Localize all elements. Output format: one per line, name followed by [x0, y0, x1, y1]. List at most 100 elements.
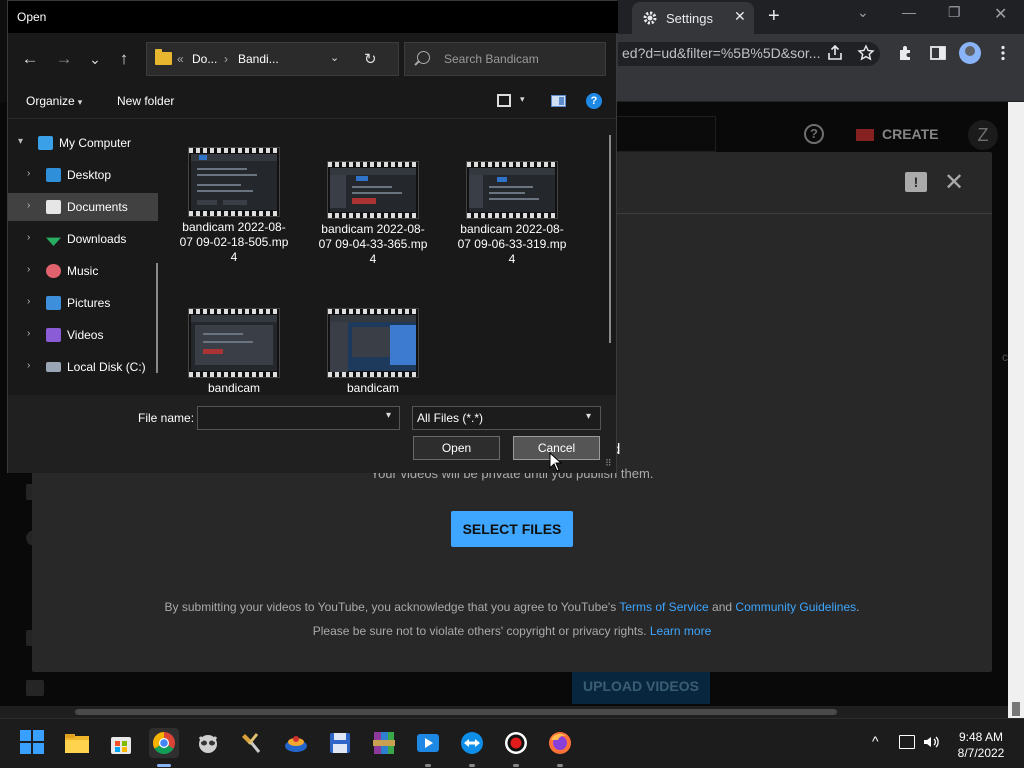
chevron-right-icon[interactable]: › — [27, 328, 30, 339]
chevron-right-icon[interactable]: › — [27, 168, 30, 179]
refresh-icon[interactable]: ↻ — [364, 50, 377, 68]
resize-grip[interactable]: ⠿ — [605, 458, 612, 469]
up-button[interactable]: ↑ — [112, 47, 136, 71]
tree-item-downloads[interactable]: › Downloads — [8, 225, 158, 253]
firefox-icon[interactable] — [545, 728, 575, 767]
new-tab-button[interactable]: + — [768, 5, 780, 28]
learn-more-link[interactable]: Learn more — [650, 624, 711, 638]
bandicam-raccoon-icon[interactable] — [193, 728, 223, 758]
tree-item-local-disk[interactable]: › Local Disk (C:) — [8, 353, 158, 381]
restore-button[interactable]: ❐ — [948, 4, 961, 21]
file-item[interactable]: bandicam 2022-08-07 09-06-33-319.mp4 — [457, 161, 567, 267]
tree-label: Desktop — [67, 168, 112, 182]
bookmark-star-icon[interactable] — [857, 44, 875, 62]
chevron-right-icon[interactable]: › — [27, 296, 30, 307]
view-options-chevron-icon[interactable]: ▾ — [520, 94, 525, 105]
address-breadcrumb[interactable]: « Do... › Bandi... ⌄ ↻ — [146, 42, 399, 76]
forward-button[interactable]: → — [52, 47, 76, 71]
back-button[interactable]: ← — [18, 47, 42, 71]
breadcrumb-overflow[interactable]: « — [177, 52, 184, 66]
tree-item-pictures[interactable]: › Pictures — [8, 289, 158, 317]
navigation-scrollbar[interactable] — [156, 263, 158, 373]
tree-item-desktop[interactable]: › Desktop — [8, 161, 158, 189]
tree-item-my-computer[interactable]: ▾ My Computer — [8, 129, 158, 157]
search-placeholder[interactable]: Search Bandicam — [444, 52, 539, 66]
feedback-icon[interactable]: ! — [905, 172, 927, 192]
file-explorer-icon[interactable] — [62, 728, 92, 758]
vertical-scrollbar[interactable] — [1008, 102, 1024, 718]
menu-dots-icon[interactable] — [994, 44, 1012, 62]
window-close-button[interactable]: ✕ — [994, 4, 1007, 24]
chevron-right-icon[interactable]: › — [27, 264, 30, 275]
profile-avatar[interactable] — [959, 42, 981, 64]
file-item[interactable]: bandicam 2022-08-07 09-02-18-505.mp4 — [179, 147, 289, 265]
community-guidelines-link[interactable]: Community Guidelines — [735, 600, 856, 614]
tree-item-music[interactable]: › Music — [8, 257, 158, 285]
bookmarks-bar — [617, 74, 1024, 102]
minimize-button[interactable]: — — [902, 4, 916, 20]
documents-icon — [46, 200, 61, 214]
microsoft-store-icon[interactable] — [106, 728, 136, 758]
media-player-icon[interactable] — [413, 728, 443, 767]
help-icon[interactable]: ? — [586, 93, 602, 109]
file-item[interactable]: bandicam 2022-08-07 09-04-33-365.mp4 — [318, 161, 428, 267]
dialog-close-icon[interactable]: ✕ — [944, 168, 964, 197]
floppy-save-icon[interactable] — [325, 728, 355, 758]
video-thumbnail — [466, 161, 558, 219]
tree-item-documents[interactable]: › Documents — [8, 193, 158, 221]
select-files-button[interactable]: SELECT FILES — [451, 511, 573, 547]
volume-icon[interactable] — [922, 733, 940, 751]
file-item[interactable]: bandicam — [179, 308, 289, 396]
organize-label: Organize — [26, 94, 75, 108]
teamviewer-icon[interactable] — [457, 728, 487, 767]
chevron-down-icon[interactable]: ▾ — [18, 136, 23, 147]
chevron-right-icon[interactable]: › — [27, 232, 30, 243]
chrome-icon[interactable] — [149, 728, 179, 767]
new-folder-button[interactable]: New folder — [117, 94, 174, 108]
chevron-down-icon: ▾ — [77, 97, 83, 107]
address-dropdown-icon[interactable]: ⌄ — [330, 51, 339, 64]
share-icon[interactable] — [826, 44, 844, 62]
chevron-right-icon[interactable]: › — [27, 360, 30, 371]
scrollbar-thumb[interactable] — [1012, 702, 1020, 716]
tab-search-icon[interactable]: ⌄ — [857, 4, 869, 21]
windows-start-icon[interactable] — [20, 730, 44, 754]
dialog-title-bar[interactable]: Open — [8, 1, 618, 33]
side-panel-icon[interactable] — [929, 44, 947, 62]
tray-overflow-chevron-icon[interactable]: ^ — [872, 733, 879, 749]
file-type-value: All Files (*.*) — [417, 411, 484, 425]
system-clock[interactable]: 9:48 AM 8/7/2022 — [946, 729, 1016, 761]
file-name: bandicam — [207, 381, 261, 395]
breadcrumb-bandicam[interactable]: Bandi... — [238, 52, 279, 66]
legal-text: and — [708, 600, 736, 614]
record-icon[interactable] — [501, 728, 531, 767]
browser-tab-settings[interactable]: Settings ✕ — [632, 2, 754, 34]
tree-label: Local Disk (C:) — [67, 360, 146, 374]
chevron-right-icon[interactable]: › — [27, 200, 30, 211]
file-name-input[interactable] — [197, 406, 400, 430]
tree-item-videos[interactable]: › Videos — [8, 321, 158, 349]
network-icon[interactable] — [899, 735, 915, 749]
tools-icon[interactable] — [237, 728, 267, 758]
computer-icon — [38, 136, 53, 150]
app-bowl-icon[interactable] — [281, 728, 311, 758]
file-name-label: File name: — [138, 411, 195, 425]
video-thumbnail — [188, 147, 280, 217]
tab-close-icon[interactable]: ✕ — [734, 8, 746, 25]
recent-locations-button[interactable]: ⌄ — [83, 47, 107, 71]
file-item[interactable]: bandicam — [318, 308, 428, 396]
organize-button[interactable]: Organize ▾ — [26, 94, 82, 108]
open-button[interactable]: Open — [413, 436, 500, 460]
scrollbar-thumb[interactable] — [75, 709, 837, 715]
horizontal-scrollbar[interactable] — [0, 706, 1008, 718]
extensions-icon[interactable] — [897, 44, 915, 62]
terms-of-service-link[interactable]: Terms of Service — [619, 600, 708, 614]
change-view-icon[interactable] — [497, 94, 511, 107]
file-list-scrollbar[interactable] — [609, 135, 611, 343]
file-type-select[interactable]: All Files (*.*) ▾ — [412, 406, 601, 430]
search-box[interactable]: Search Bandicam — [404, 42, 606, 76]
command-bar: Organize ▾ New folder ▾ ? — [8, 85, 616, 119]
winrar-icon[interactable] — [369, 728, 399, 758]
preview-pane-icon[interactable] — [551, 95, 566, 107]
breadcrumb-documents[interactable]: Do... — [192, 52, 217, 66]
